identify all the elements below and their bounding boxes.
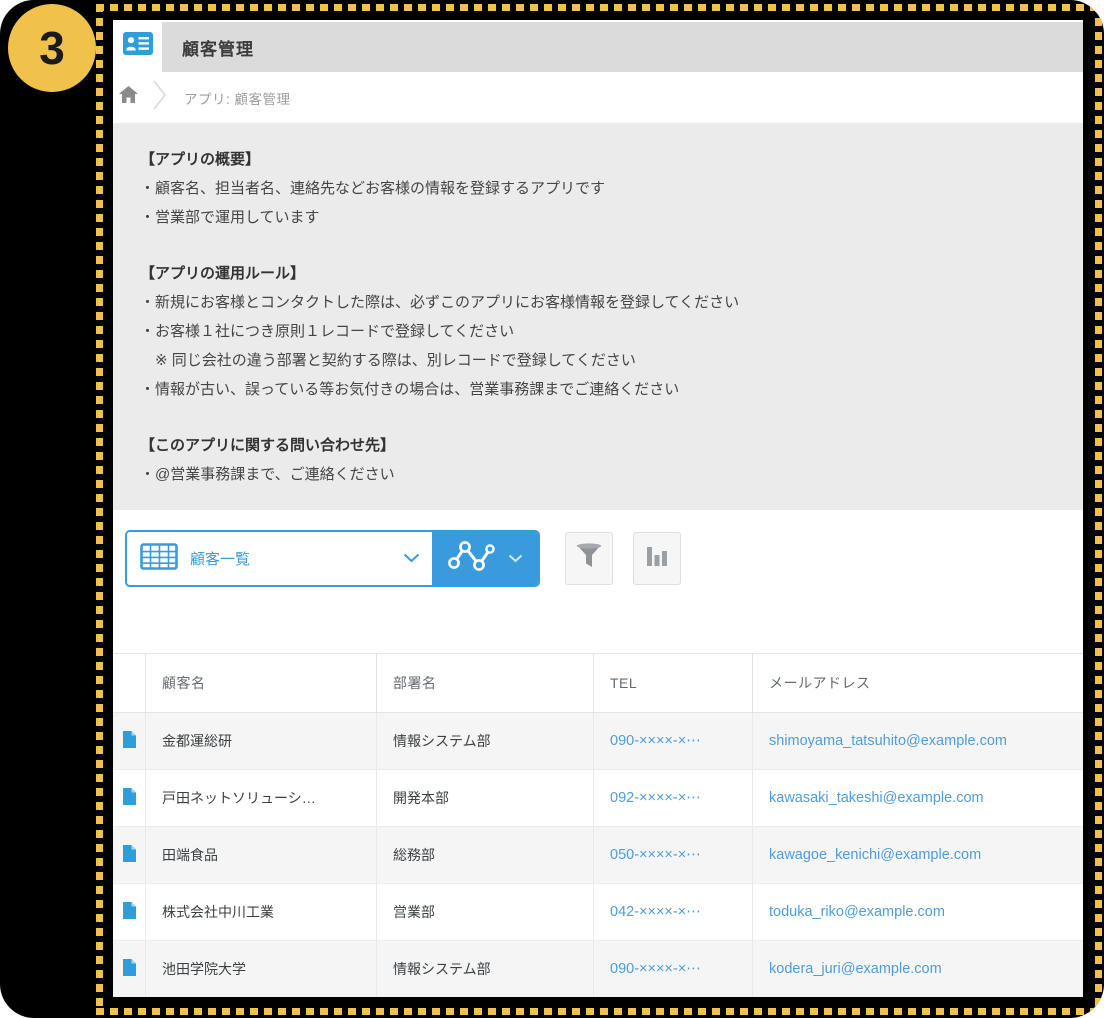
cell-customer: 金都運総研 [145,713,376,769]
description-line: ・お客様１社につき原則１レコードで登録してください [140,317,1063,346]
description-line: ・情報が古い、誤っている等お気付きの場合は、営業事務課までご連絡ください [140,375,1063,404]
record-page-icon [122,844,137,866]
app-header-bar: 顧客管理 [162,22,1083,72]
cell-email-link[interactable]: kodera_juri@example.com [752,941,1083,997]
record-page-icon [122,901,137,923]
cell-department: 情報システム部 [376,941,593,997]
cell-department: 情報システム部 [376,713,593,769]
filter-button[interactable] [565,532,613,585]
app-title: 顧客管理 [182,35,254,60]
description-line: ・営業部で運用しています [140,203,1063,232]
description-line: 【アプリの運用ルール】 [140,259,1063,288]
table-row: 田端食品 総務部 050-××××-×⋯ kawagoe_kenichi@exa… [113,827,1083,884]
cell-customer: 戸田ネットソリューシ… [145,770,376,826]
cell-tel-link[interactable]: 050-××××-×⋯ [593,827,752,883]
breadcrumb-chevron-icon [152,78,168,117]
screenshot-canvas: 3 顧客管理 [0,0,1104,1018]
cell-email-link[interactable]: toduka_riko@example.com [752,884,1083,940]
description-line: ・@営業事務課まで、ご連絡ください [140,460,1063,489]
description-line: ・新規にお客様とコンタクトした際は、必ずこのアプリにお客様情報を登録してください [140,288,1063,317]
description-line [140,232,1063,259]
app-window: 顧客管理 [113,20,1083,997]
chevron-down-icon [403,550,420,568]
description-line [140,404,1063,431]
breadcrumb-label: アプリ: 顧客管理 [184,88,291,108]
cell-email-link[interactable]: kawagoe_kenichi@example.com [752,827,1083,883]
app-description: 【アプリの概要】 ・顧客名、担当者名、連絡先などお客様の情報を登録するアプリです… [113,123,1083,510]
table-body: 金都運総研 情報システム部 090-××××-×⋯ shimoyama_tats… [113,713,1083,997]
cell-department: 営業部 [376,884,593,940]
description-line: 【このアプリに関する問い合わせ先】 [140,431,1063,460]
cell-customer: 田端食品 [145,827,376,883]
cell-tel-link[interactable]: 092-××××-×⋯ [593,770,752,826]
cell-customer: 池田学院大学 [145,941,376,997]
table-header-department[interactable]: 部署名 [376,654,593,712]
table-header-email[interactable]: メールアドレス [752,654,1083,712]
view-selector-current[interactable]: 顧客一覧 [127,532,432,585]
record-page-icon [122,730,137,752]
selected-view-name: 顧客一覧 [190,548,403,569]
record-link[interactable] [113,884,145,940]
bar-chart-icon [645,544,669,573]
annotation-border-left [96,4,103,1015]
table-row: 池田学院大学 情報システム部 090-××××-×⋯ kodera_juri@e… [113,941,1083,997]
table-header-icon-column [113,654,145,712]
cell-tel-link[interactable]: 090-××××-×⋯ [593,941,752,997]
annotation-border-bottom [96,1008,1099,1015]
annotation-step-badge: 3 [8,4,96,92]
record-page-icon [122,958,137,980]
table-row: 戸田ネットソリューシ… 開発本部 092-××××-×⋯ kawasaki_ta… [113,770,1083,827]
table-header-customer[interactable]: 顧客名 [145,654,376,712]
record-page-icon [122,787,137,809]
annotation-border-top [96,4,1099,11]
description-line: ※ 同じ会社の違う部署と契約する際は、別レコードで登録してください [140,346,1063,375]
chevron-down-icon [508,550,523,568]
cell-email-link[interactable]: kawasaki_takeshi@example.com [752,770,1083,826]
home-icon[interactable] [119,86,138,109]
record-link[interactable] [113,770,145,826]
view-toolbar: 顧客一覧 [113,510,1083,653]
line-graph-icon [447,538,497,579]
record-link[interactable] [113,827,145,883]
app-icon-tab[interactable] [113,20,162,72]
table-view-icon [140,543,178,575]
record-link[interactable] [113,941,145,997]
table-header-tel[interactable]: TEL [593,654,752,712]
record-link[interactable] [113,713,145,769]
cell-email-link[interactable]: shimoyama_tatsuhito@example.com [752,713,1083,769]
cell-tel-link[interactable]: 090-××××-×⋯ [593,713,752,769]
description-line: ・顧客名、担当者名、連絡先などお客様の情報を登録するアプリです [140,174,1063,203]
annotation-border-right [1095,4,1102,1015]
records-table: 顧客名 部署名 TEL メールアドレス [113,653,1083,997]
chart-button[interactable] [633,532,681,585]
cell-customer: 株式会社中川工業 [145,884,376,940]
table-row: 金都運総研 情報システム部 090-××××-×⋯ shimoyama_tats… [113,713,1083,770]
cell-tel-link[interactable]: 042-××××-×⋯ [593,884,752,940]
filter-funnel-icon [575,542,603,575]
view-selector[interactable]: 顧客一覧 [125,530,540,587]
contact-card-icon [123,32,153,60]
table-header-row: 顧客名 部署名 TEL メールアドレス [113,653,1083,713]
description-line: 【アプリの概要】 [140,145,1063,174]
breadcrumb: アプリ: 顧客管理 [113,72,1083,123]
graph-view-button[interactable] [432,532,538,585]
table-row: 株式会社中川工業 営業部 042-××××-×⋯ toduka_riko@exa… [113,884,1083,941]
cell-department: 開発本部 [376,770,593,826]
cell-department: 総務部 [376,827,593,883]
